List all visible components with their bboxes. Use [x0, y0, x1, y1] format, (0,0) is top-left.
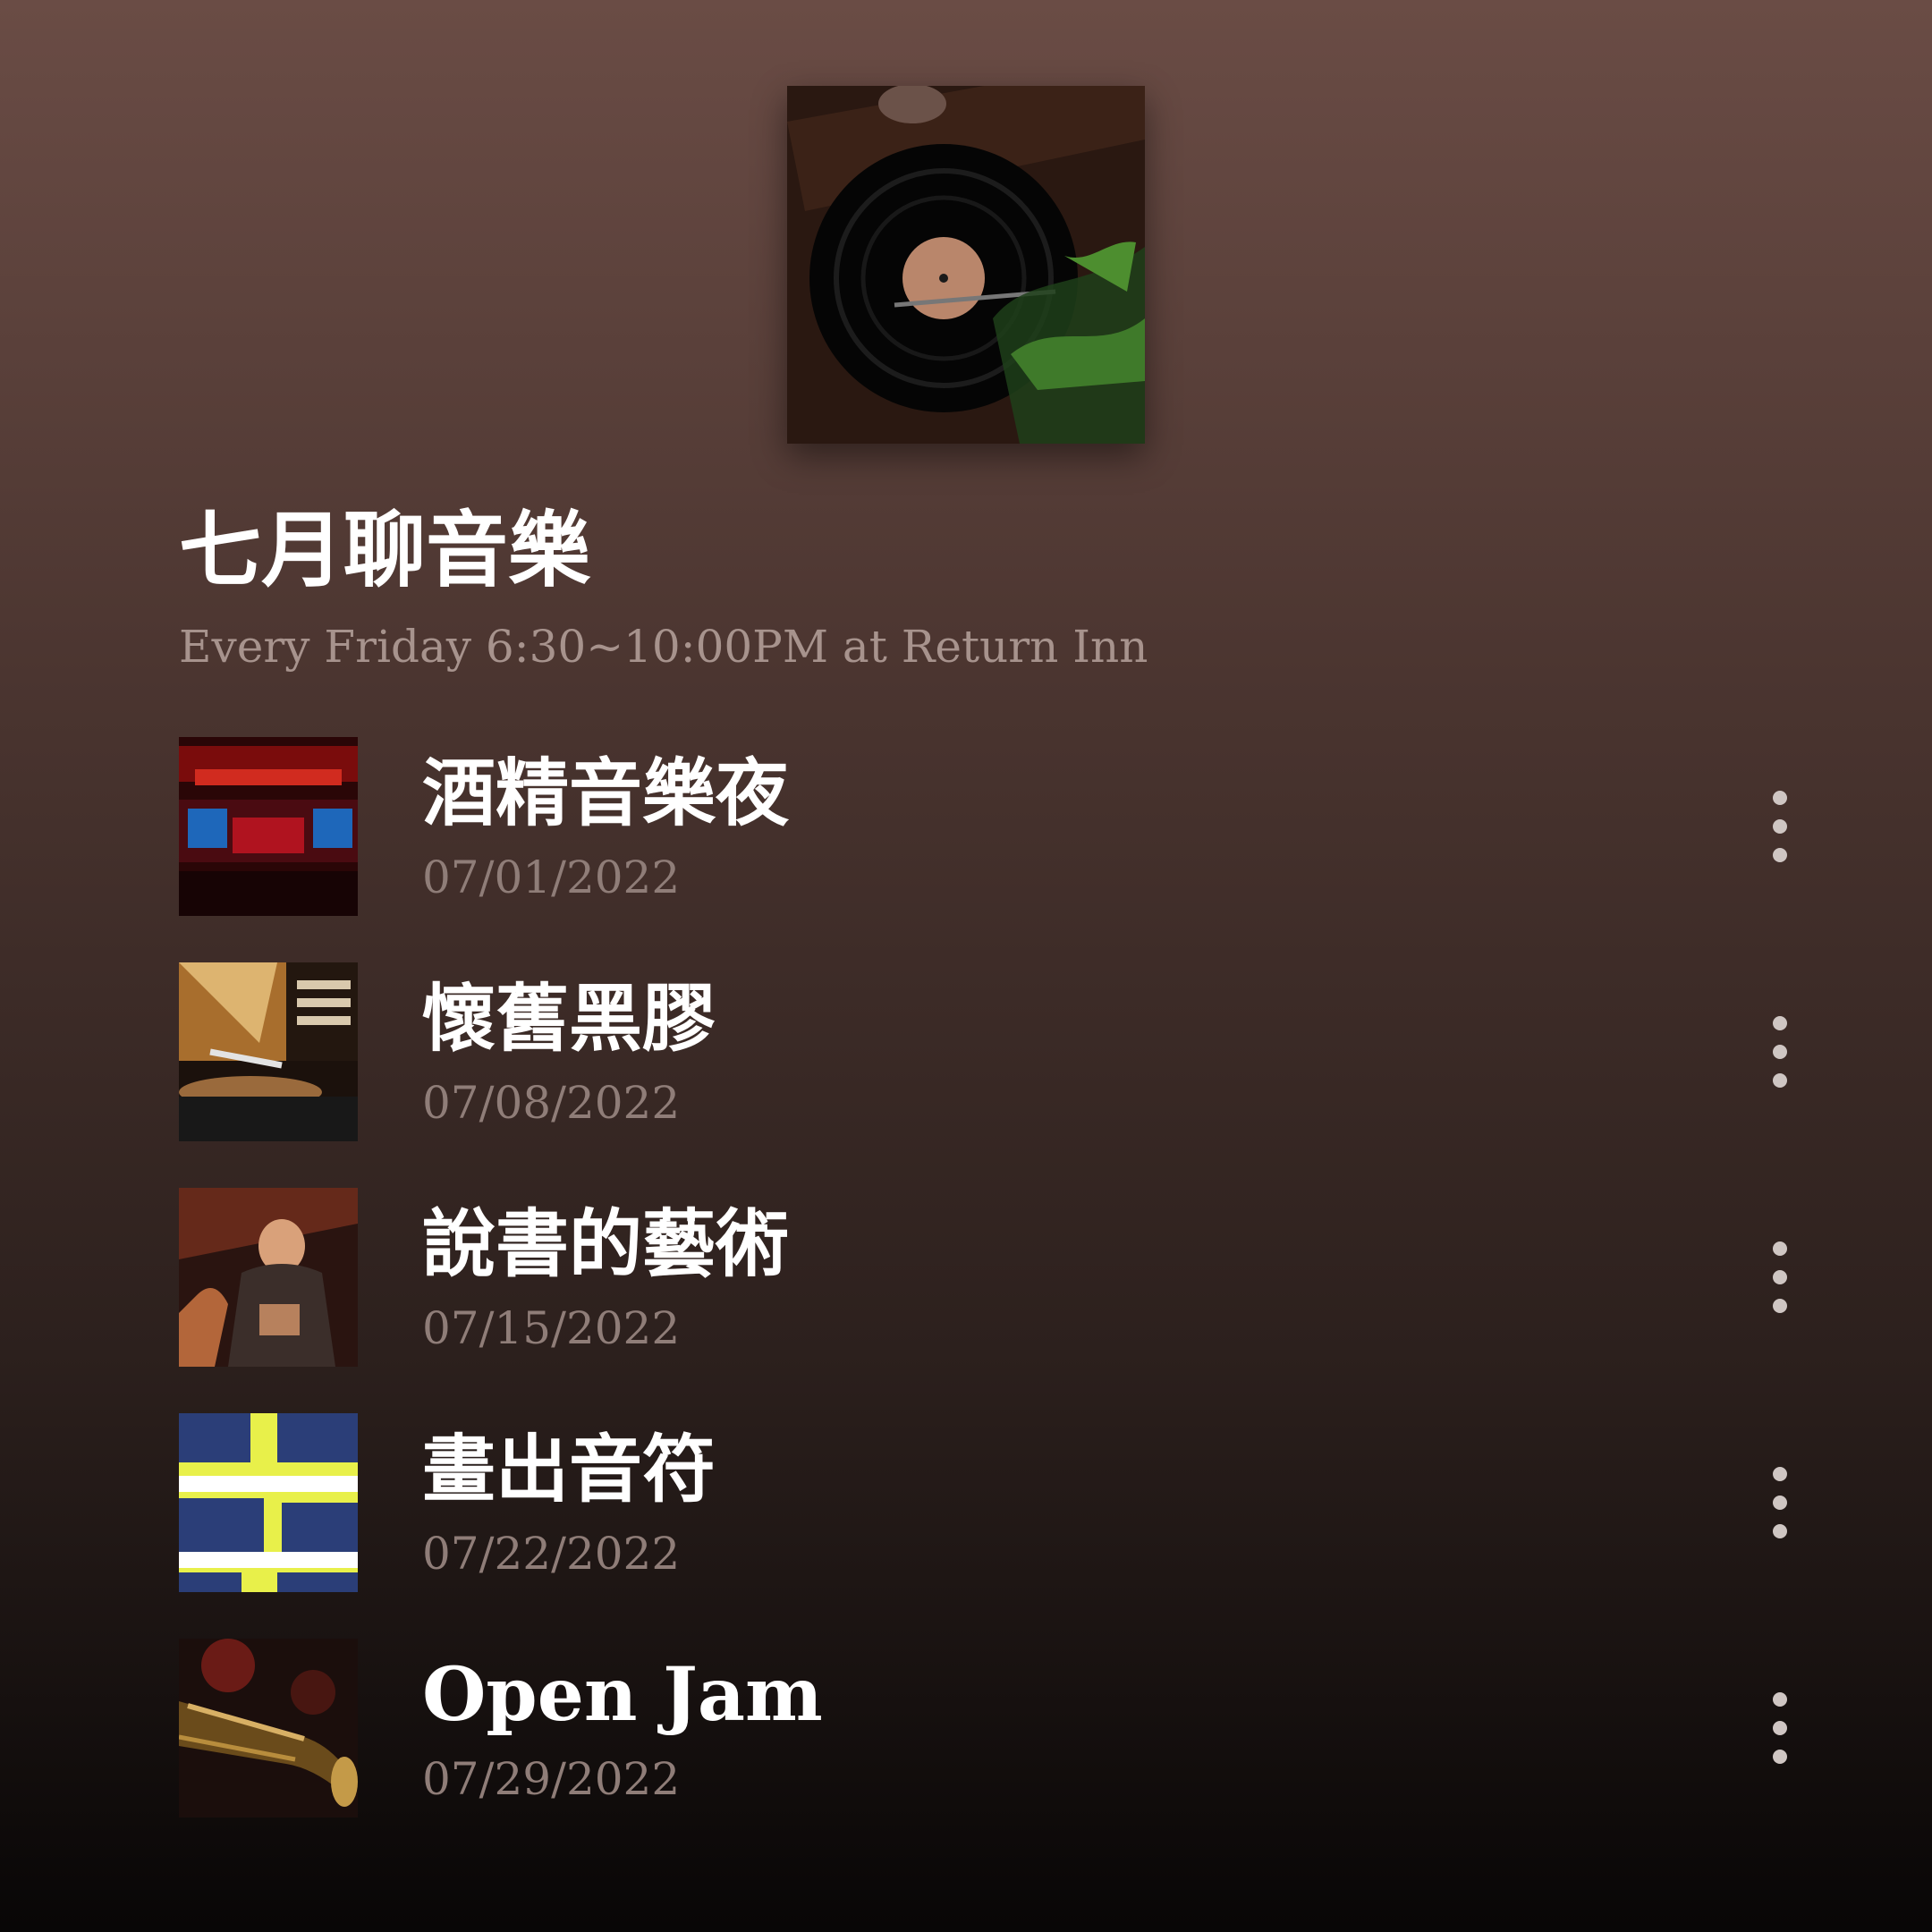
event-list: 酒精音樂夜 07/01/2022 懷舊黑膠 07/08/2022 說書的藝術 0… [179, 737, 1843, 1864]
event-date: 07/29/2022 [422, 1753, 681, 1805]
event-title: 畫出音符 [422, 1427, 716, 1513]
collage-thumbnail [179, 1413, 358, 1592]
storyteller-thumbnail [179, 1188, 358, 1367]
more-vertical-icon[interactable] [1753, 1683, 1807, 1773]
turntable-thumbnail [179, 962, 358, 1141]
event-date: 07/01/2022 [422, 852, 681, 903]
vinyl-record-icon [787, 86, 1145, 444]
list-item[interactable]: 酒精音樂夜 07/01/2022 [179, 737, 1843, 962]
more-vertical-icon[interactable] [1753, 1458, 1807, 1547]
event-title: Open Jam [422, 1652, 823, 1738]
event-title: 說書的藝術 [422, 1201, 790, 1287]
list-item[interactable]: 畫出音符 07/22/2022 [179, 1413, 1843, 1639]
event-date: 07/08/2022 [422, 1077, 681, 1129]
more-vertical-icon[interactable] [1753, 1007, 1807, 1097]
playlist-cover-image [787, 86, 1145, 444]
neon-bar-thumbnail [179, 737, 358, 916]
playlist-subtitle: Every Friday 6:30~10:00PM at Return Inn [179, 621, 1148, 673]
list-item[interactable]: 懷舊黑膠 07/08/2022 [179, 962, 1843, 1188]
playlist-title: 七月聊音樂 [179, 502, 591, 598]
event-date: 07/15/2022 [422, 1302, 681, 1354]
more-vertical-icon[interactable] [1753, 782, 1807, 871]
list-item[interactable]: Open Jam 07/29/2022 [179, 1639, 1843, 1864]
list-item[interactable]: 說書的藝術 07/15/2022 [179, 1188, 1843, 1413]
event-title: 酒精音樂夜 [422, 750, 790, 836]
more-vertical-icon[interactable] [1753, 1233, 1807, 1322]
trumpet-thumbnail [179, 1639, 358, 1818]
event-date: 07/22/2022 [422, 1528, 681, 1580]
event-title: 懷舊黑膠 [422, 976, 716, 1062]
